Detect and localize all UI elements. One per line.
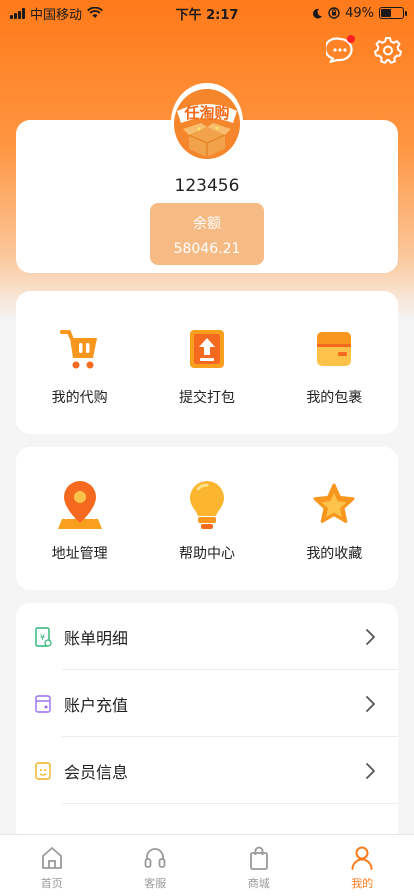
order-actions-card: 我的代购 提交打包 我的包裹 [16,291,398,434]
tab-label: 我的 [351,877,374,890]
status-bar: 中国移动 下午 2:17 49% [0,0,414,26]
list-item-label: 会员信息 [64,762,129,782]
balance-label: 余额 [193,216,221,232]
grid-label: 我的包裹 [306,390,363,406]
recharge-icon [35,694,51,713]
tab-label: 首页 [40,877,63,890]
grid-label: 帮助中心 [178,546,235,562]
svg-text:任淘购: 任淘购 [183,104,229,122]
grid-label: 我的代购 [51,390,108,406]
grid-item-my-package[interactable]: 我的包裹 [271,291,398,434]
grid-label: 地址管理 [51,546,108,562]
notification-dot [347,35,355,43]
bottom-tab-bar: 首页 客服 商城 我的 [0,834,414,896]
user-icon [351,846,373,870]
app-logo: 任淘购 [171,83,243,161]
star-icon [313,483,355,523]
battery-icon [379,7,407,19]
home-icon [41,847,62,869]
grid-label: 我的收藏 [306,546,363,562]
list-item-label: 账单明细 [64,628,129,648]
tab-label: 商城 [247,877,270,890]
bill-icon: ¥ [35,626,52,647]
grid-label: 提交打包 [178,390,235,406]
battery-percent: 49% [345,5,374,21]
grid-item-my-purchase[interactable]: 我的代购 [16,291,143,434]
location-pin-icon [57,481,102,529]
avatar[interactable]: 任淘购 [171,83,243,161]
message-button[interactable] [324,35,355,64]
grid-item-help[interactable]: 帮助中心 [143,447,270,590]
carrier-label: 中国移动 [30,7,83,23]
lightbulb-icon [189,481,224,529]
headset-icon [144,848,166,868]
list-item-bill-details[interactable]: ¥ 账单明细 [16,603,398,670]
moon-icon [313,8,323,18]
grid-item-submit-pack[interactable]: 提交打包 [143,291,270,434]
account-list-card: ¥ 账单明细 账户充值 会员信息 [16,603,398,843]
package-icon [317,332,352,366]
grid-item-address[interactable]: 地址管理 [16,447,143,590]
balance-value: 58046.21 [173,241,241,257]
gear-icon [374,37,402,64]
chevron-right-icon [366,628,375,645]
balance-box[interactable]: 余额 58046.21 [150,203,264,265]
cart-icon [59,330,97,369]
tab-mine[interactable]: 我的 [311,835,414,896]
signal-icon [10,7,25,19]
list-item-label: 账户充值 [64,695,129,715]
orientation-lock-icon [328,7,340,19]
chevron-right-icon [366,762,375,779]
tab-customer-service[interactable]: 客服 [104,835,208,896]
service-actions-card: 地址管理 帮助中心 我的收藏 [16,447,398,590]
tab-home[interactable]: 首页 [0,835,104,896]
svg-text:¥: ¥ [40,633,45,642]
list-item-recharge[interactable]: 账户充值 [16,670,398,737]
settings-button[interactable] [374,36,402,64]
wifi-icon [87,7,103,18]
member-icon [35,761,51,780]
username: 123456 [174,176,240,196]
list-item-member-info[interactable]: 会员信息 [16,737,398,804]
upload-box-icon [189,330,224,368]
grid-item-favorites[interactable]: 我的收藏 [271,447,398,590]
tab-label: 客服 [144,877,167,890]
shopping-bag-icon [249,846,268,870]
chevron-right-icon [366,695,375,712]
tab-mall[interactable]: 商城 [207,835,311,896]
